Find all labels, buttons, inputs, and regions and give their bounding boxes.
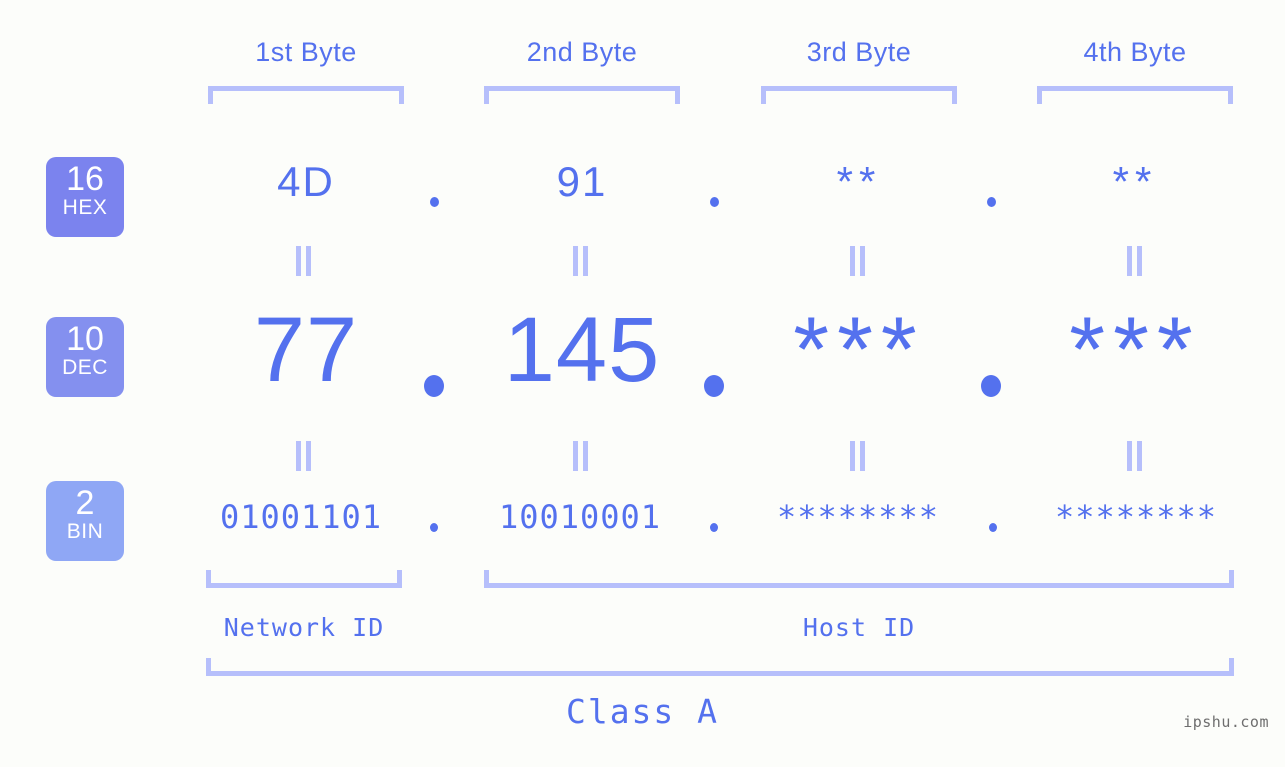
hex-byte-value-4: ** [1112,158,1158,205]
equals-mark-2-4 [1125,441,1145,471]
watermark: ipshu.com [1183,713,1269,731]
bin-byte-value-3: ******** [776,498,940,536]
base-badge-hex: 16 HEX [46,157,124,237]
bin-separator-dot-3 [989,523,997,532]
base-badge-bin-name: BIN [66,520,104,543]
hex-byte-value-3: ** [836,158,882,205]
dec-separator-dot-1 [424,375,444,397]
equals-mark-2-1 [294,441,314,471]
bin-byte-value-1: 01001101 [219,498,383,536]
byte-header-label-2: 2nd Byte [526,37,638,67]
dec-byte-value-1: 77 [253,299,359,401]
bin-separator-dot-1 [430,523,438,532]
equals-mark-1-4 [1125,246,1145,276]
byte-header-label-4: 4th Byte [1083,37,1187,67]
byte-bracket-top-2 [484,86,680,104]
equals-mark-1-1 [294,246,314,276]
bin-separator-dot-2 [710,523,718,532]
base-badge-bin: 2 BIN [46,481,124,561]
host-id-label: Host ID [802,613,916,642]
hex-separator-dot-3 [987,197,996,207]
equals-mark-2-2 [571,441,591,471]
byte-bracket-top-3 [761,86,957,104]
network-id-label: Network ID [223,613,385,642]
hex-separator-dot-2 [710,197,719,207]
base-badge-hex-name: HEX [62,196,108,219]
base-badge-dec-number: 10 [66,320,104,358]
base-badge-bin-number: 2 [75,484,95,522]
base-badge-dec: 10 DEC [46,317,124,397]
dec-separator-dot-3 [981,375,1001,397]
base-badge-hex-number: 16 [66,160,104,198]
network-id-bracket-top [206,570,402,588]
bin-byte-value-2: 10010001 [498,498,662,536]
equals-mark-1-2 [571,246,591,276]
byte-header-label-3: 3rd Byte [806,37,912,67]
dec-separator-dot-2 [704,375,724,397]
class-bracket [206,658,1234,676]
bin-byte-value-4: ******** [1054,498,1218,536]
dec-byte-value-4: *** [1069,299,1201,401]
hex-byte-value-1: 4D [277,158,335,205]
class-label: Class A [565,692,720,731]
dec-byte-value-3: *** [793,299,925,401]
byte-bracket-top-4 [1037,86,1233,104]
ip-byte-breakdown-diagram: 1st Byte 2nd Byte 3rd Byte 4th Byte 16 H… [0,0,1285,767]
byte-bracket-top-1 [208,86,404,104]
hex-separator-dot-1 [430,197,439,207]
equals-mark-1-3 [848,246,868,276]
equals-mark-2-3 [848,441,868,471]
base-badge-dec-name: DEC [62,356,108,379]
host-id-bracket-top [484,570,1234,588]
byte-header-label-1: 1st Byte [255,37,357,67]
dec-byte-value-2: 145 [503,299,661,401]
hex-byte-value-2: 91 [556,158,608,205]
